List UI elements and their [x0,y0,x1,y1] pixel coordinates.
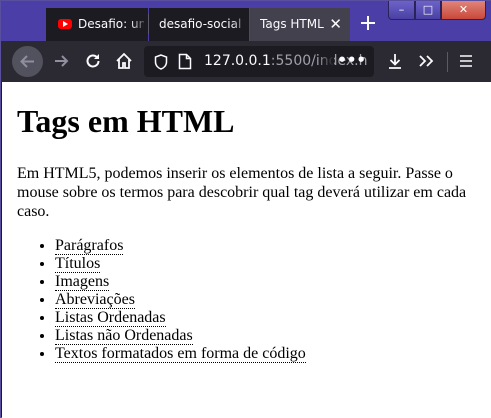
overflow-menu-button[interactable] [412,41,440,82]
list-item: Listas Ordenadas [55,309,476,327]
term-titulos[interactable]: Títulos [55,255,101,273]
list-item: Títulos [55,255,476,273]
toolbar-separator [447,52,448,72]
youtube-icon [58,19,72,29]
url-fade [318,46,334,77]
term-textos-codigo[interactable]: Textos formatados em forma de código [55,345,306,363]
tab-bar: Desafio: um desafio-social Tags HTML ✕ –… [1,1,491,41]
window-controls: – □ ✕ [388,1,486,21]
app-menu-button[interactable] [452,41,480,82]
new-tab-button[interactable] [355,10,381,36]
close-tab-icon[interactable]: ✕ [329,8,342,41]
forward-arrow-icon [55,55,69,67]
url-bar[interactable]: 127.0.0.1:5500/index.h ••• [144,46,374,77]
page-title: Tags em HTML [17,103,235,139]
minimize-button[interactable]: – [388,1,415,20]
hamburger-icon [460,55,472,67]
nav-toolbar: 127.0.0.1:5500/index.h ••• [1,41,491,82]
forward-button[interactable] [47,41,75,82]
home-button[interactable] [110,41,138,82]
maximize-button[interactable]: □ [415,1,441,20]
double-chevron-icon [419,55,434,67]
list-item: Listas não Ordenadas [55,327,476,345]
list-item: Imagens [55,273,476,291]
page-actions-icon[interactable]: ••• [337,46,366,74]
reload-button[interactable] [79,41,107,82]
url-host: 127.0.0.1 [204,53,271,69]
page-icon [178,53,192,70]
shield-icon [154,54,168,70]
tabbar-left-space [1,1,46,41]
browser-window: Desafio: um desafio-social Tags HTML ✕ –… [0,0,491,418]
reload-icon [86,54,100,68]
close-window-button[interactable]: ✕ [441,1,486,20]
tab-desafio-social[interactable]: desafio-social [149,8,249,41]
tab-youtube[interactable]: Desafio: um [46,8,148,41]
tag-list: Parágrafos Títulos Imagens Abreviações L… [17,237,476,363]
back-button[interactable] [12,46,43,77]
list-item: Parágrafos [55,237,476,255]
term-abreviacoes[interactable]: Abreviações [55,291,135,309]
list-item: Abreviações [55,291,476,309]
term-paragrafos[interactable]: Parágrafos [55,237,124,255]
term-imagens[interactable]: Imagens [55,273,110,291]
tab-fade [231,8,249,41]
back-arrow-icon [20,55,34,68]
home-icon [116,52,132,69]
tab-label: Tags HTML [260,17,324,31]
term-listas-nao-ordenadas[interactable]: Listas não Ordenadas [55,327,193,345]
page-content: Tags em HTML Em HTML5, podemos inserir o… [2,82,491,418]
tab-fade [130,8,148,41]
plus-icon [361,16,375,30]
downloads-button[interactable] [381,41,409,82]
list-item: Textos formatados em forma de código [55,345,476,363]
intro-paragraph: Em HTML5, podemos inserir os elementos d… [17,165,467,220]
tab-tags-html[interactable]: Tags HTML ✕ [250,8,350,41]
download-icon [389,54,401,69]
term-listas-ordenadas[interactable]: Listas Ordenadas [55,309,166,327]
